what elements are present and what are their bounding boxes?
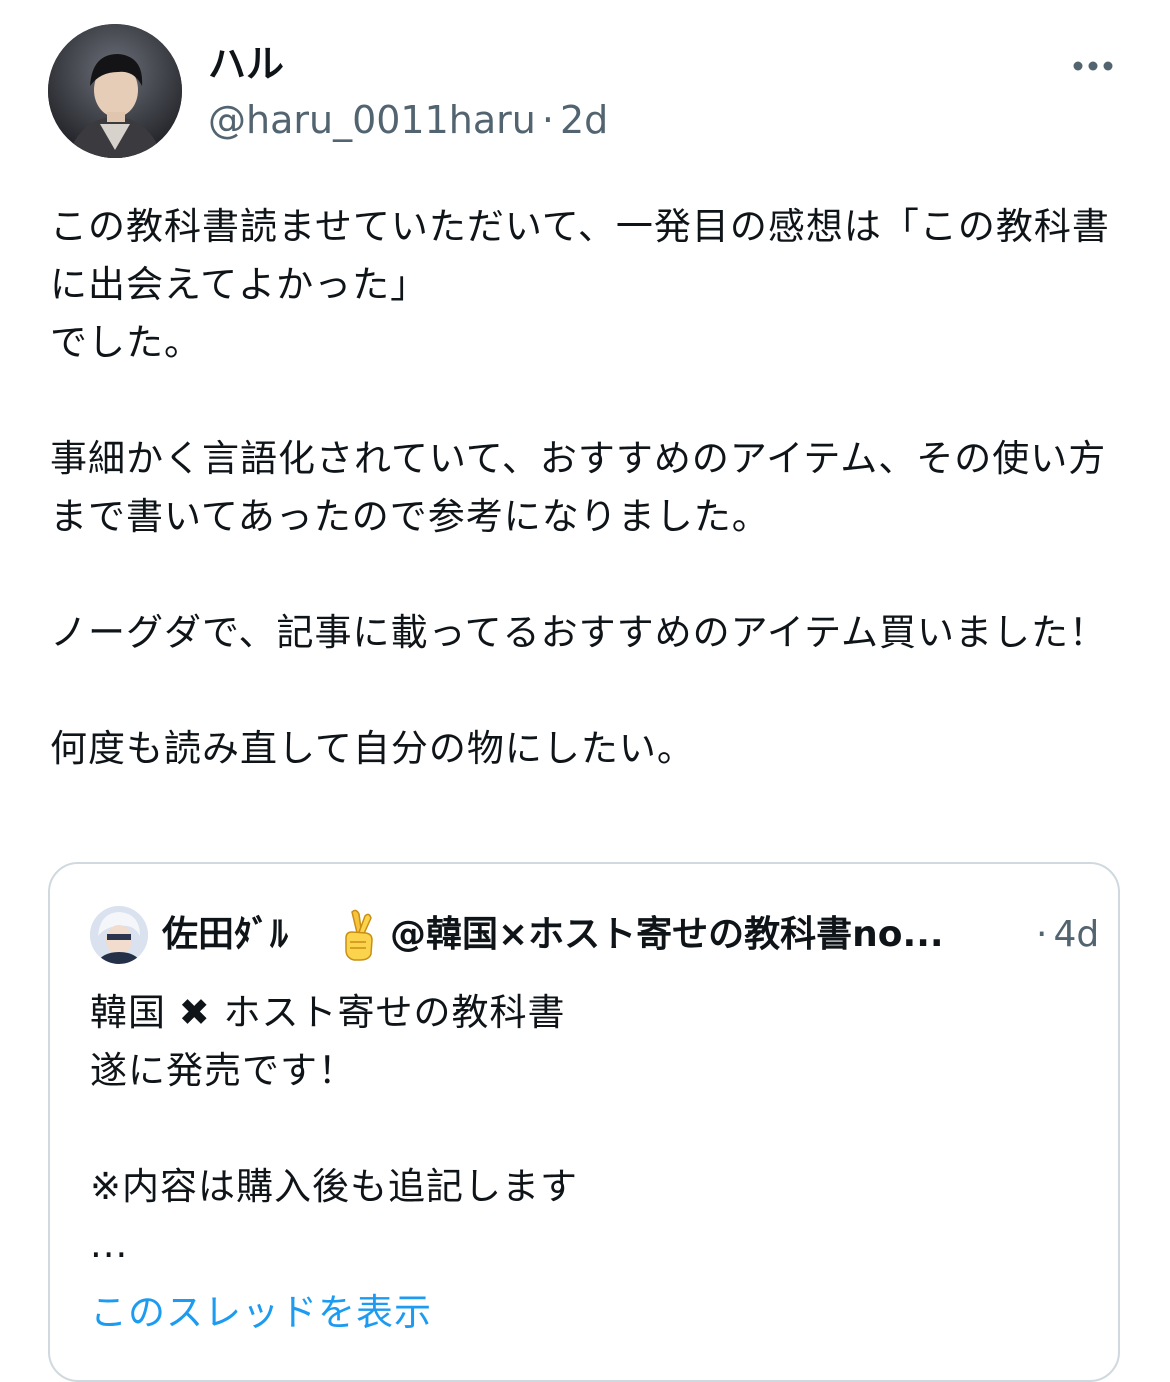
quoted-tweet-timestamp[interactable]: 4d (1053, 914, 1099, 955)
quoted-author-handle[interactable]: @韓国×ホスト寄せの教科書no... (390, 910, 1040, 960)
quoted-tweet-meta: · 4d (1036, 910, 1099, 960)
quoted-meta-separator: · (1036, 914, 1048, 955)
author-meta: @haru_0011haru · 2d (208, 96, 608, 144)
author-avatar[interactable] (48, 24, 182, 158)
tweet-timestamp[interactable]: 2d (560, 98, 608, 142)
quoted-author-name[interactable]: 佐田ﾀﾞﾙ (162, 910, 288, 960)
more-horizontal-icon[interactable] (1072, 58, 1114, 72)
tweet-header: ハル @haru_0011haru · 2d (48, 22, 1128, 162)
tweet-body: この教科書読ませていただいて、一発目の感想は「この教科書に出会えてよかった」 で… (50, 205, 1110, 770)
author-handle[interactable]: @haru_0011haru (208, 98, 536, 142)
show-thread-link[interactable]: このスレッドを表示 (90, 1284, 432, 1342)
quoted-author-avatar (90, 906, 148, 964)
quoted-tweet-card[interactable]: 佐田ﾀﾞﾙ @韓国×ホスト寄せの教科書no... · 4d 韓国 ✖ ホスト寄せの… (48, 862, 1120, 1382)
crossed-fingers-emoji (338, 906, 378, 962)
author-name[interactable]: ハル (208, 40, 284, 88)
meta-separator: · (541, 98, 554, 142)
quoted-tweet-body: 韓国 ✖ ホスト寄せの教科書 遂に発売です！ ※内容は購入後も追記します ... (90, 991, 579, 1266)
quoted-tweet-header: 佐田ﾀﾞﾙ @韓国×ホスト寄せの教科書no... · 4d (90, 902, 1099, 968)
